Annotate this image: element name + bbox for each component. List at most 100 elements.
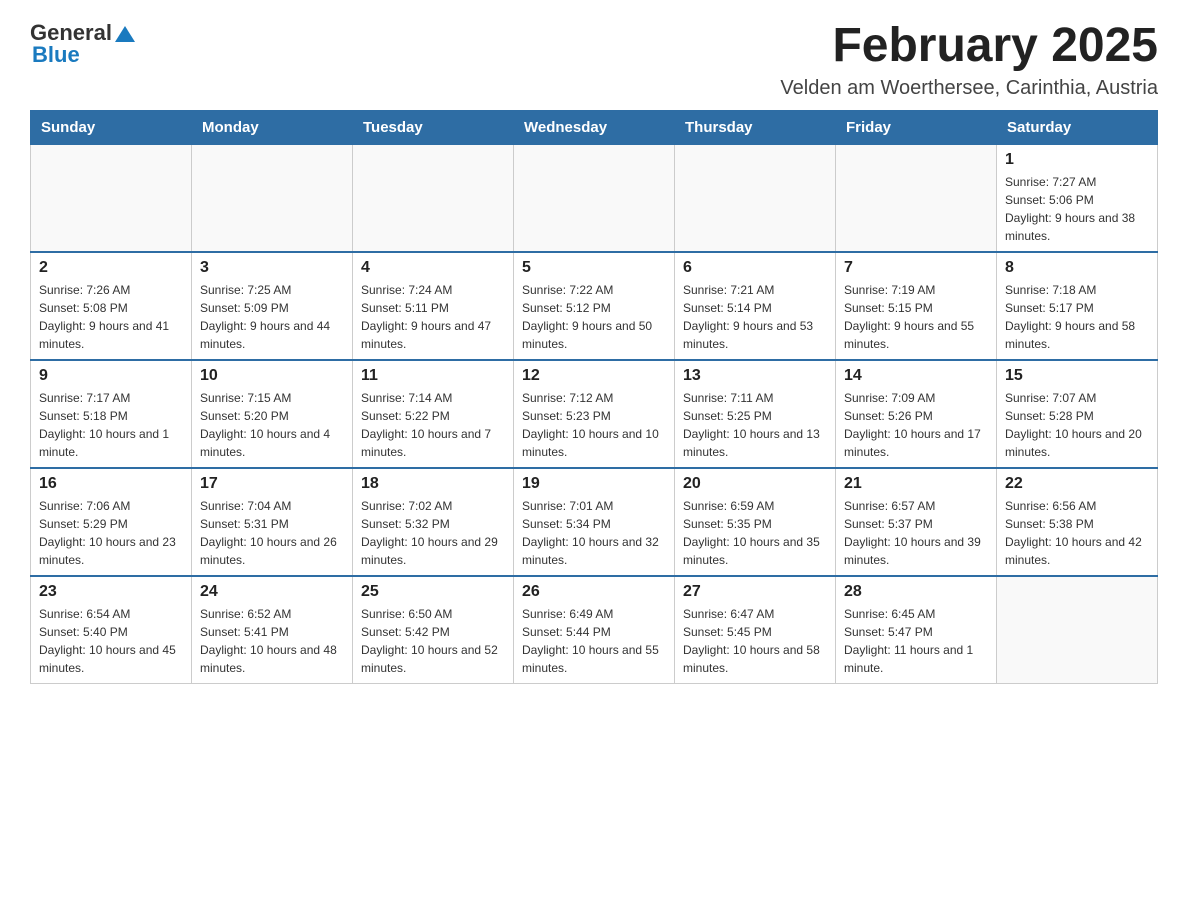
calendar-cell: 2 Sunrise: 7:26 AMSunset: 5:08 PMDaylight…: [31, 252, 192, 360]
weekday-header-wednesday: Wednesday: [514, 110, 675, 144]
calendar-cell: 27 Sunrise: 6:47 AMSunset: 5:45 PMDayligh…: [675, 576, 836, 684]
month-title: February 2025: [780, 20, 1158, 73]
calendar-cell: 7 Sunrise: 7:19 AMSunset: 5:15 PMDaylight…: [836, 252, 997, 360]
calendar-body: 1Sunrise: 7:27 AMSunset: 5:06 PMDaylight…: [31, 144, 1158, 683]
calendar-cell: 8 Sunrise: 7:18 AMSunset: 5:17 PMDaylight…: [997, 252, 1158, 360]
day-info: Sunrise: 7:18 AMSunset: 5:17 PMDaylight:…: [1005, 281, 1149, 353]
day-info: Sunrise: 6:57 AMSunset: 5:37 PMDaylight:…: [844, 497, 988, 569]
calendar-cell: [836, 144, 997, 252]
calendar-cell: 24 Sunrise: 6:52 AMSunset: 5:41 PMDayligh…: [192, 576, 353, 684]
day-info: Sunrise: 7:09 AMSunset: 5:26 PMDaylight:…: [844, 389, 988, 461]
day-number: 2: [39, 259, 183, 277]
day-info: Sunrise: 7:26 AMSunset: 5:08 PMDaylight:…: [39, 281, 183, 353]
calendar-week-row: 23 Sunrise: 6:54 AMSunset: 5:40 PMDayligh…: [31, 576, 1158, 684]
day-info: Sunrise: 6:56 AMSunset: 5:38 PMDaylight:…: [1005, 497, 1149, 569]
day-info: Sunrise: 7:04 AMSunset: 5:31 PMDaylight:…: [200, 497, 344, 569]
calendar-cell: 4 Sunrise: 7:24 AMSunset: 5:11 PMDaylight…: [353, 252, 514, 360]
day-number: 17: [200, 475, 344, 493]
day-info: Sunrise: 7:06 AMSunset: 5:29 PMDaylight:…: [39, 497, 183, 569]
day-info: Sunrise: 6:49 AMSunset: 5:44 PMDaylight:…: [522, 605, 666, 677]
day-number: 8: [1005, 259, 1149, 277]
day-number: 16: [39, 475, 183, 493]
day-number: 19: [522, 475, 666, 493]
calendar-cell: 11 Sunrise: 7:14 AMSunset: 5:22 PMDayligh…: [353, 360, 514, 468]
calendar-cell: [31, 144, 192, 252]
day-info: Sunrise: 7:19 AMSunset: 5:15 PMDaylight:…: [844, 281, 988, 353]
calendar-cell: 25Sunrise: 6:50 AMSunset: 5:42 PMDayligh…: [353, 576, 514, 684]
day-number: 12: [522, 367, 666, 385]
day-number: 6: [683, 259, 827, 277]
weekday-header-friday: Friday: [836, 110, 997, 144]
day-number: 22: [1005, 475, 1149, 493]
calendar-cell: 21 Sunrise: 6:57 AMSunset: 5:37 PMDayligh…: [836, 468, 997, 576]
day-info: Sunrise: 7:22 AMSunset: 5:12 PMDaylight:…: [522, 281, 666, 353]
day-info: Sunrise: 7:17 AMSunset: 5:18 PMDaylight:…: [39, 389, 183, 461]
calendar-cell: [353, 144, 514, 252]
day-number: 15: [1005, 367, 1149, 385]
calendar-cell: [192, 144, 353, 252]
day-info: Sunrise: 7:07 AMSunset: 5:28 PMDaylight:…: [1005, 389, 1149, 461]
calendar-header: SundayMondayTuesdayWednesdayThursdayFrid…: [31, 110, 1158, 144]
day-number: 13: [683, 367, 827, 385]
day-number: 23: [39, 583, 183, 601]
logo-blue-text: Blue: [32, 42, 136, 68]
calendar-cell: 13 Sunrise: 7:11 AMSunset: 5:25 PMDayligh…: [675, 360, 836, 468]
day-number: 20: [683, 475, 827, 493]
day-info: Sunrise: 7:01 AMSunset: 5:34 PMDaylight:…: [522, 497, 666, 569]
day-info: Sunrise: 6:47 AMSunset: 5:45 PMDaylight:…: [683, 605, 827, 677]
day-number: 7: [844, 259, 988, 277]
weekday-header-saturday: Saturday: [997, 110, 1158, 144]
page-header: General Blue February 2025 Velden am Woe…: [30, 20, 1158, 100]
calendar-cell: 15 Sunrise: 7:07 AMSunset: 5:28 PMDayligh…: [997, 360, 1158, 468]
day-number: 21: [844, 475, 988, 493]
calendar-cell: 10 Sunrise: 7:15 AMSunset: 5:20 PMDayligh…: [192, 360, 353, 468]
day-info: Sunrise: 7:14 AMSunset: 5:22 PMDaylight:…: [361, 389, 505, 461]
day-number: 26: [522, 583, 666, 601]
day-number: 5: [522, 259, 666, 277]
calendar-cell: 12 Sunrise: 7:12 AMSunset: 5:23 PMDayligh…: [514, 360, 675, 468]
calendar-cell: 5 Sunrise: 7:22 AMSunset: 5:12 PMDaylight…: [514, 252, 675, 360]
day-number: 10: [200, 367, 344, 385]
day-number: 4: [361, 259, 505, 277]
calendar-cell: 28 Sunrise: 6:45 AMSunset: 5:47 PMDayligh…: [836, 576, 997, 684]
weekday-header-tuesday: Tuesday: [353, 110, 514, 144]
calendar-cell: [514, 144, 675, 252]
day-info: Sunrise: 7:12 AMSunset: 5:23 PMDaylight:…: [522, 389, 666, 461]
day-number: 28: [844, 583, 988, 601]
day-info: Sunrise: 7:25 AMSunset: 5:09 PMDaylight:…: [200, 281, 344, 353]
weekday-header-thursday: Thursday: [675, 110, 836, 144]
calendar-cell: 26 Sunrise: 6:49 AMSunset: 5:44 PMDayligh…: [514, 576, 675, 684]
title-section: February 2025 Velden am Woerthersee, Car…: [780, 20, 1158, 100]
day-info: Sunrise: 7:02 AMSunset: 5:32 PMDaylight:…: [361, 497, 505, 569]
day-info: Sunrise: 6:54 AMSunset: 5:40 PMDaylight:…: [39, 605, 183, 677]
calendar-cell: 3 Sunrise: 7:25 AMSunset: 5:09 PMDaylight…: [192, 252, 353, 360]
day-number: 11: [361, 367, 505, 385]
calendar-cell: [997, 576, 1158, 684]
calendar-cell: 17 Sunrise: 7:04 AMSunset: 5:31 PMDayligh…: [192, 468, 353, 576]
calendar-cell: 1Sunrise: 7:27 AMSunset: 5:06 PMDaylight…: [997, 144, 1158, 252]
calendar-cell: 6 Sunrise: 7:21 AMSunset: 5:14 PMDaylight…: [675, 252, 836, 360]
calendar-cell: 19 Sunrise: 7:01 AMSunset: 5:34 PMDayligh…: [514, 468, 675, 576]
day-info: Sunrise: 7:27 AMSunset: 5:06 PMDaylight:…: [1005, 173, 1149, 245]
day-info: Sunrise: 6:59 AMSunset: 5:35 PMDaylight:…: [683, 497, 827, 569]
logo: General Blue: [30, 20, 136, 68]
calendar-cell: 9Sunrise: 7:17 AMSunset: 5:18 PMDaylight…: [31, 360, 192, 468]
calendar-cell: 20 Sunrise: 6:59 AMSunset: 5:35 PMDayligh…: [675, 468, 836, 576]
day-info: Sunrise: 6:52 AMSunset: 5:41 PMDaylight:…: [200, 605, 344, 677]
day-number: 3: [200, 259, 344, 277]
calendar-week-row: 9Sunrise: 7:17 AMSunset: 5:18 PMDaylight…: [31, 360, 1158, 468]
calendar-cell: 14Sunrise: 7:09 AMSunset: 5:26 PMDayligh…: [836, 360, 997, 468]
day-info: Sunrise: 6:45 AMSunset: 5:47 PMDaylight:…: [844, 605, 988, 677]
day-info: Sunrise: 6:50 AMSunset: 5:42 PMDaylight:…: [361, 605, 505, 677]
day-info: Sunrise: 7:24 AMSunset: 5:11 PMDaylight:…: [361, 281, 505, 353]
day-number: 24: [200, 583, 344, 601]
day-info: Sunrise: 7:11 AMSunset: 5:25 PMDaylight:…: [683, 389, 827, 461]
calendar-cell: [675, 144, 836, 252]
day-info: Sunrise: 7:21 AMSunset: 5:14 PMDaylight:…: [683, 281, 827, 353]
calendar-cell: 18Sunrise: 7:02 AMSunset: 5:32 PMDayligh…: [353, 468, 514, 576]
calendar-cell: 23 Sunrise: 6:54 AMSunset: 5:40 PMDayligh…: [31, 576, 192, 684]
day-number: 27: [683, 583, 827, 601]
calendar-table: SundayMondayTuesdayWednesdayThursdayFrid…: [30, 110, 1158, 684]
day-info: Sunrise: 7:15 AMSunset: 5:20 PMDaylight:…: [200, 389, 344, 461]
calendar-week-row: 16 Sunrise: 7:06 AMSunset: 5:29 PMDayligh…: [31, 468, 1158, 576]
